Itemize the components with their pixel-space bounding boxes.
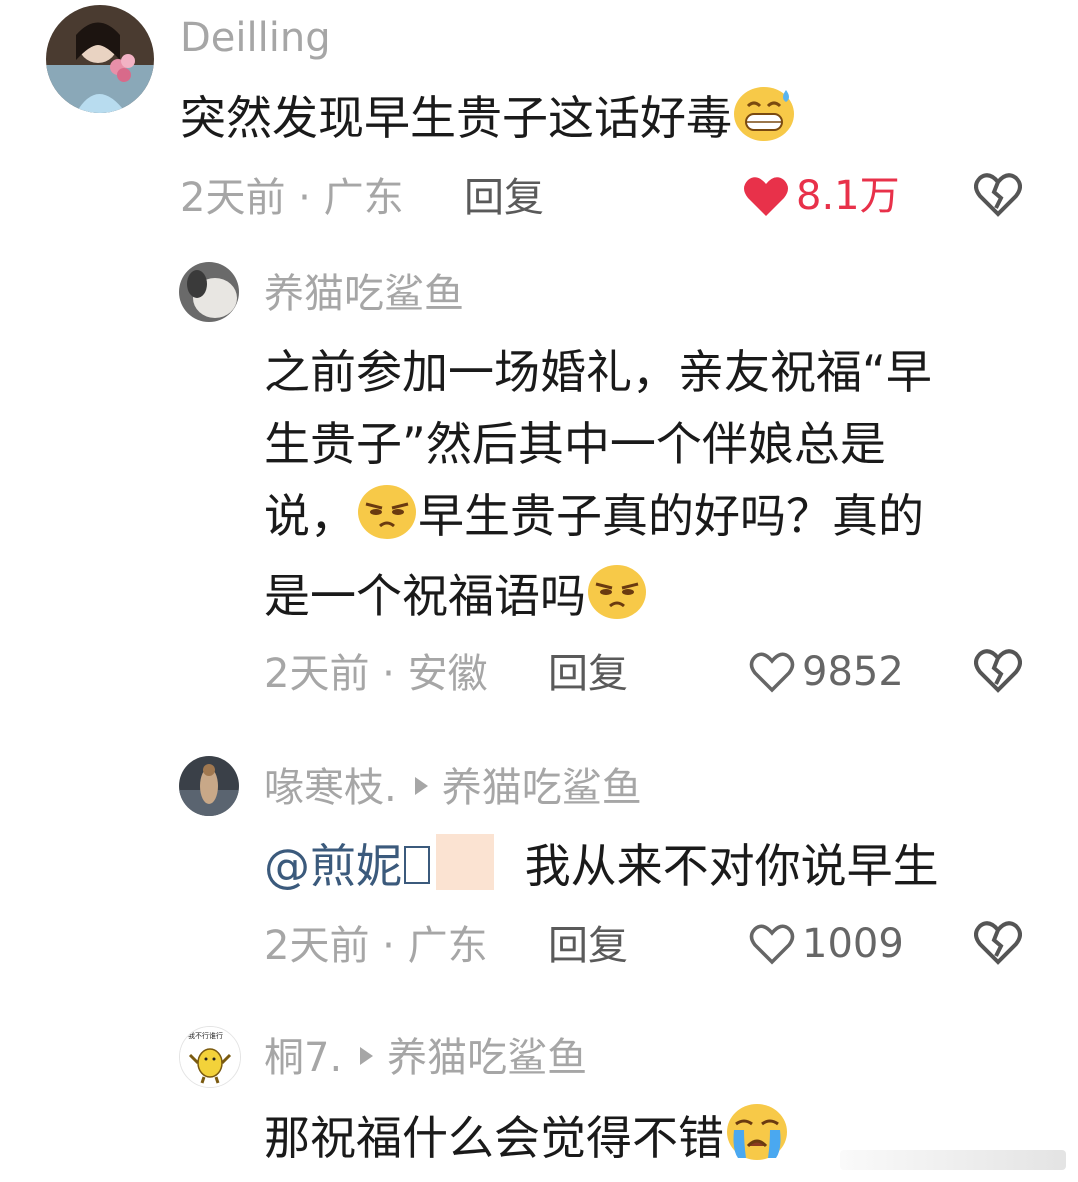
reply-to-username[interactable]: 养猫吃鲨鱼 bbox=[387, 1035, 587, 1081]
username: 桐7. 养猫吃鲨鱼 bbox=[264, 1034, 587, 1082]
comment-text-fragment: 是一个祝福语吗 bbox=[264, 569, 586, 623]
mention-link[interactable]: @煎妮 bbox=[264, 839, 402, 893]
grin-sweat-emoji-icon bbox=[732, 84, 796, 162]
watermark bbox=[840, 1150, 1066, 1170]
reply-to-username[interactable]: 养猫吃鲨鱼 bbox=[442, 765, 642, 811]
comment-text-line: 说， 早生贵子真的好吗？真的 bbox=[264, 480, 1024, 560]
dislike-button[interactable] bbox=[974, 920, 1022, 970]
unamused-emoji-icon bbox=[356, 482, 418, 560]
missing-glyph-box bbox=[404, 846, 430, 884]
reply-button[interactable]: 回复 bbox=[548, 650, 628, 698]
username-link[interactable]: 喙寒枝. bbox=[264, 765, 397, 811]
reply-arrow-icon bbox=[414, 777, 428, 795]
broken-heart-icon bbox=[974, 173, 1022, 217]
username: 喙寒枝. 养猫吃鲨鱼 bbox=[264, 764, 642, 812]
avatar[interactable]: 我不行谁行 bbox=[179, 1026, 241, 1088]
comment-text-line: 是一个祝福语吗 bbox=[264, 560, 1024, 640]
comment-text: 突然发现早生贵子这话好毒 bbox=[180, 82, 796, 162]
comment-meta: 2天前 · 广东 bbox=[264, 923, 488, 969]
heart-filled-icon bbox=[744, 177, 788, 216]
heart-outline-icon bbox=[749, 924, 795, 965]
heart-outline-icon bbox=[749, 652, 795, 693]
broken-heart-icon bbox=[974, 649, 1022, 693]
comment-text-content: 我从来不对你说早生 bbox=[524, 839, 939, 893]
comment-text: 之前参加一场婚礼，亲友祝福“早 生贵子”然后其中一个伴娘总是 说， 早生贵子真的… bbox=[264, 336, 1024, 640]
broken-heart-icon bbox=[974, 921, 1022, 965]
username[interactable]: 养猫吃鲨鱼 bbox=[264, 270, 464, 318]
comment-meta: 2天前 · 安徽 bbox=[264, 651, 488, 697]
comment-text: @煎妮 我从来不对你说早生 bbox=[264, 830, 939, 902]
reply-button[interactable]: 回复 bbox=[464, 174, 544, 222]
like-count: 1009 bbox=[802, 921, 904, 967]
comment-text-line: 生贵子”然后其中一个伴娘总是 bbox=[264, 417, 886, 471]
comment-text-content: 突然发现早生贵子这话好毒 bbox=[180, 91, 732, 145]
comment-text-line: 之前参加一场婚礼，亲友祝福“早 bbox=[264, 345, 932, 399]
comment-text-fragment: 早生贵子真的好吗？真的 bbox=[418, 489, 924, 543]
avatar-caption: 我不行谁行 bbox=[188, 1031, 223, 1040]
like-count: 8.1万 bbox=[796, 173, 900, 219]
comment-text: 那祝福什么会觉得不错 bbox=[264, 1100, 790, 1182]
like-button[interactable]: 9852 bbox=[748, 648, 904, 696]
avatar[interactable] bbox=[179, 262, 239, 322]
comment-text-fragment: 说， bbox=[264, 489, 356, 543]
comment-text-content: 那祝福什么会觉得不错 bbox=[264, 1111, 724, 1165]
reply-arrow-icon bbox=[360, 1047, 374, 1065]
reply-button[interactable]: 回复 bbox=[548, 922, 628, 970]
username-link[interactable]: 桐7. bbox=[264, 1035, 342, 1081]
like-button[interactable]: 8.1万 bbox=[742, 172, 900, 220]
username[interactable]: Deilling bbox=[180, 14, 331, 62]
comment-meta: 2天前 · 广东 bbox=[180, 175, 404, 221]
crying-emoji-icon bbox=[724, 1100, 790, 1182]
blank-emoji-icon bbox=[436, 834, 494, 890]
dislike-button[interactable] bbox=[974, 648, 1022, 698]
dislike-button[interactable] bbox=[974, 172, 1022, 222]
avatar[interactable] bbox=[46, 5, 154, 113]
avatar[interactable] bbox=[179, 756, 239, 816]
like-count: 9852 bbox=[802, 649, 904, 695]
unamused-emoji-icon bbox=[586, 562, 648, 640]
like-button[interactable]: 1009 bbox=[748, 920, 904, 968]
